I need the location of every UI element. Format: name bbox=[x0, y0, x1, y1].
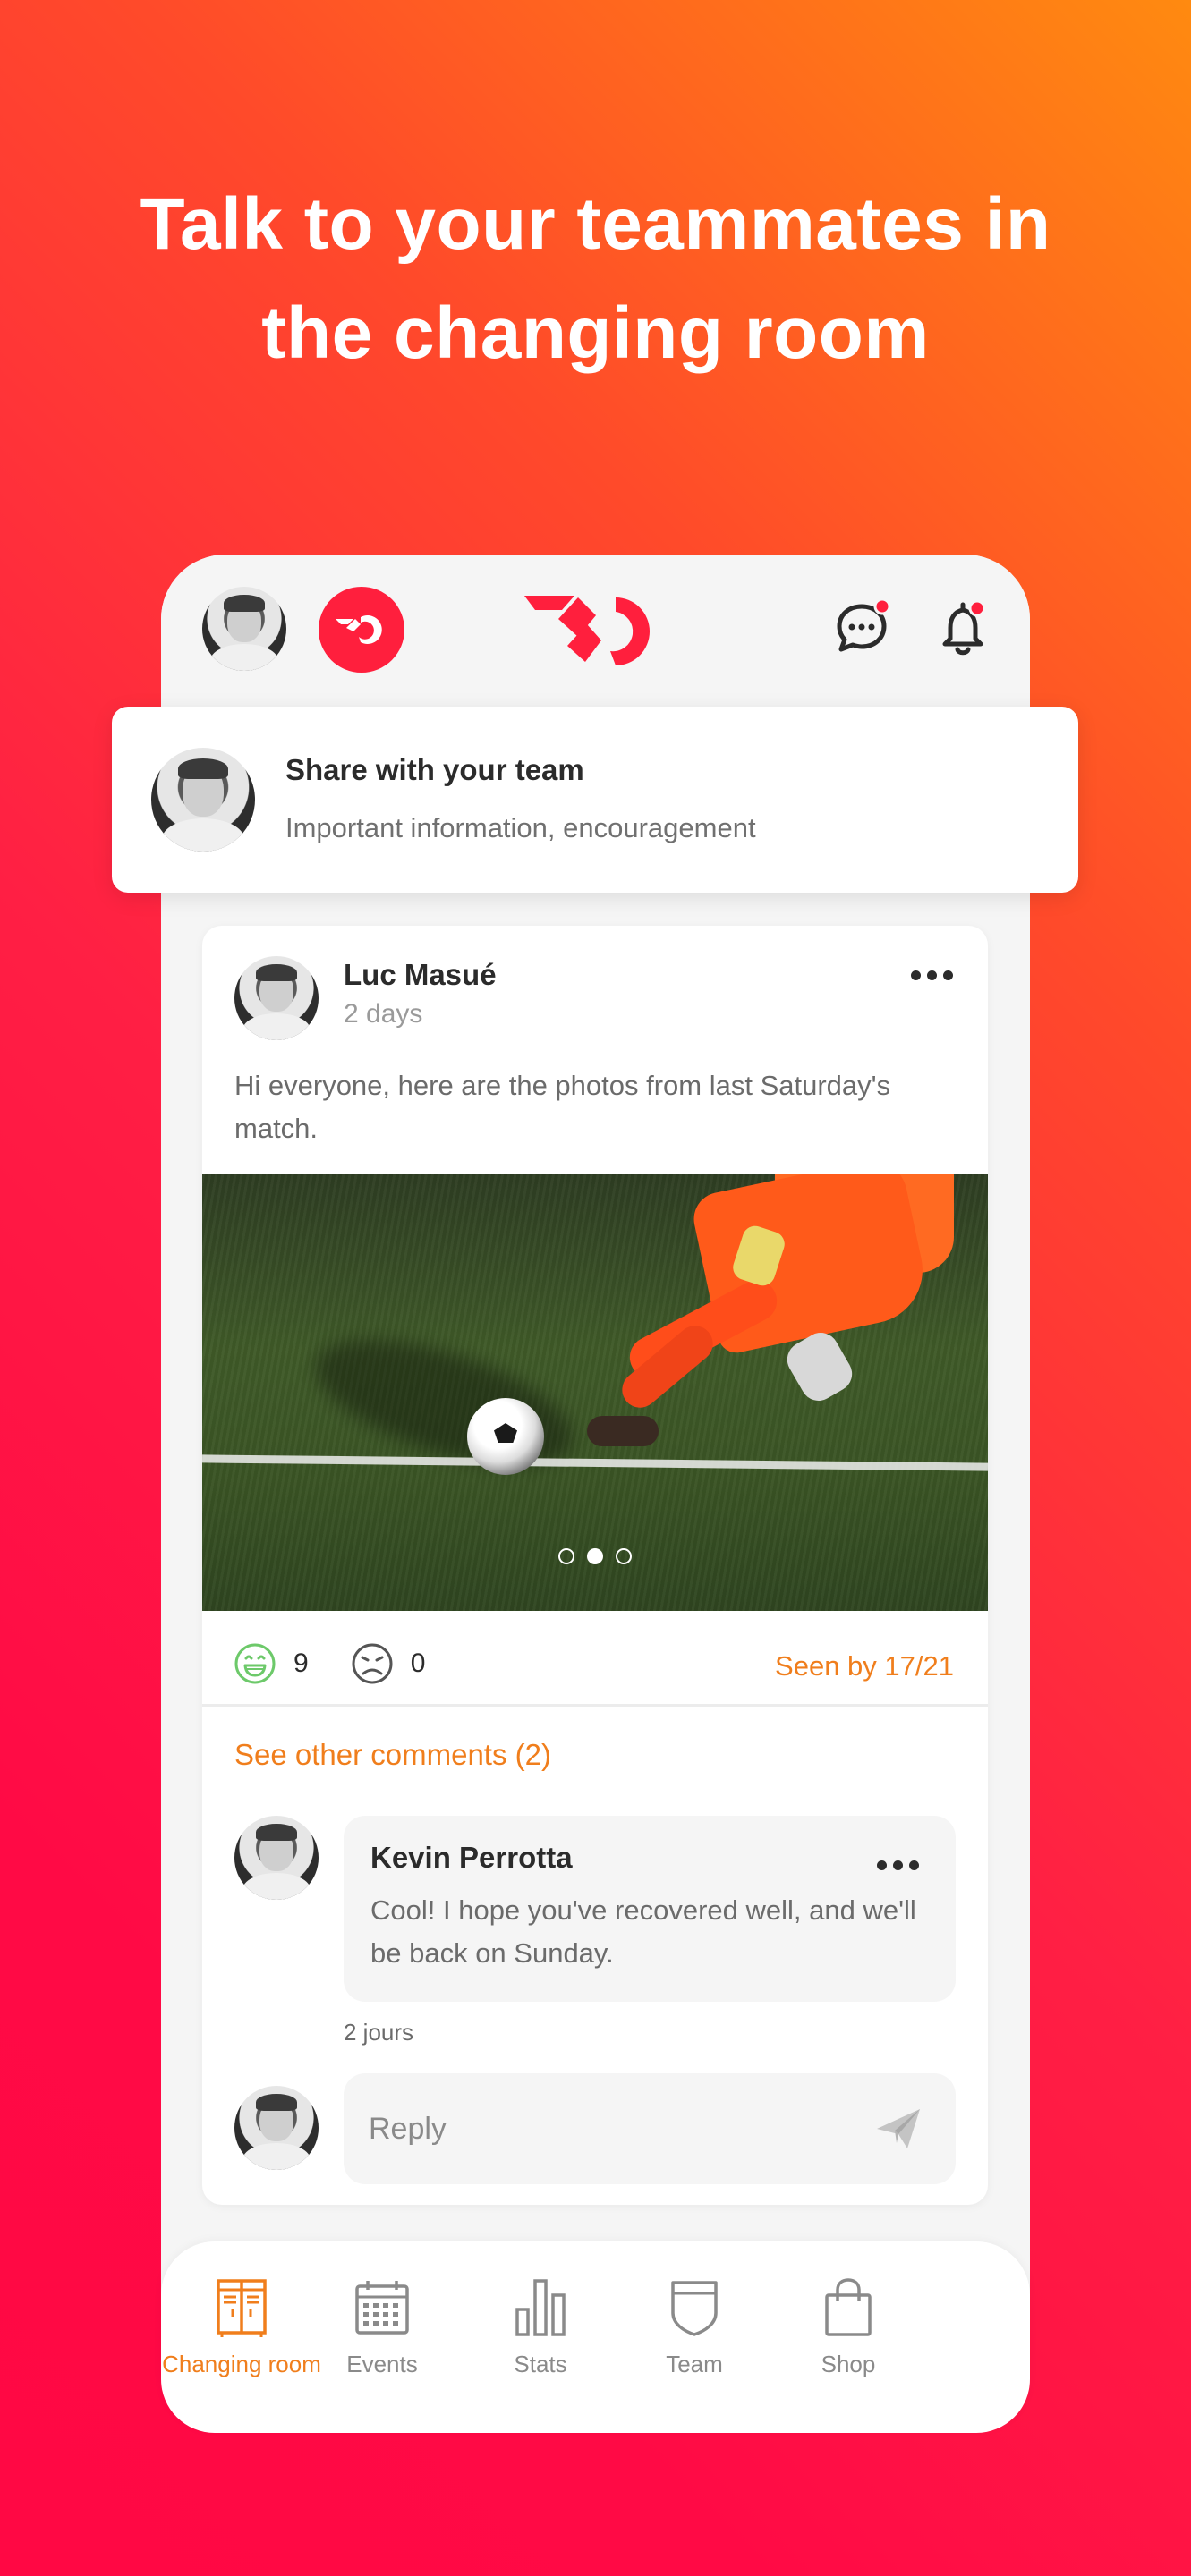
bottom-tab-bar: Changing room Events Stats Team Shop bbox=[161, 2241, 1030, 2433]
tab-team[interactable]: Team bbox=[618, 2277, 770, 2378]
divider bbox=[202, 1704, 988, 1707]
bell-icon bbox=[942, 599, 986, 656]
comment-author-avatar[interactable] bbox=[234, 1816, 319, 1900]
comment-author[interactable]: Kevin Perrotta bbox=[370, 1841, 573, 1875]
chat-button[interactable] bbox=[832, 596, 895, 658]
td-logo bbox=[524, 596, 650, 665]
soccer-ball bbox=[467, 1398, 544, 1475]
post-photo[interactable] bbox=[202, 1174, 988, 1611]
carousel-dot[interactable] bbox=[558, 1548, 574, 1564]
see-other-comments-link[interactable]: See other comments (2) bbox=[234, 1738, 551, 1772]
post-card: Luc Masué 2 days Hi everyone, here are t… bbox=[202, 926, 988, 2205]
carousel-dot[interactable] bbox=[616, 1548, 632, 1564]
share-subtitle: Important information, encouragement bbox=[285, 812, 756, 843]
more-dot bbox=[911, 970, 921, 980]
more-dot bbox=[877, 1860, 887, 1870]
shopping-bag-icon bbox=[825, 2278, 872, 2336]
tab-label: Stats bbox=[514, 2351, 567, 2377]
brand-circle-icon[interactable] bbox=[319, 587, 404, 673]
bar-chart-icon bbox=[515, 2279, 566, 2336]
comment-bubble: Kevin Perrotta Cool! I hope you've recov… bbox=[344, 1816, 956, 2002]
sad-reaction-button[interactable]: 0 bbox=[350, 1641, 426, 1686]
happy-reaction-button[interactable]: 9 bbox=[233, 1641, 309, 1686]
tab-shop[interactable]: Shop bbox=[772, 2277, 924, 2378]
shield-icon bbox=[671, 2281, 718, 2336]
reactions: 9 0 bbox=[233, 1641, 466, 1686]
headline: Talk to your teammates in the changing r… bbox=[0, 170, 1191, 388]
reply-box bbox=[344, 2073, 956, 2184]
chat-icon bbox=[837, 597, 891, 652]
tab-changing-room[interactable]: Changing room bbox=[162, 2277, 321, 2378]
carousel-dot-active[interactable] bbox=[587, 1548, 603, 1564]
locker-icon bbox=[217, 2279, 267, 2337]
more-dot bbox=[909, 1860, 919, 1870]
comment-time: 2 jours bbox=[344, 2019, 414, 2046]
post-author-avatar[interactable] bbox=[234, 956, 319, 1040]
headline-line-2: the changing room bbox=[261, 292, 930, 374]
share-with-team-card[interactable]: Share with your team Important informati… bbox=[112, 707, 1078, 893]
more-dot bbox=[927, 970, 937, 980]
send-icon bbox=[877, 2109, 920, 2148]
user-avatar[interactable] bbox=[202, 587, 286, 671]
more-dot bbox=[943, 970, 953, 980]
carousel-indicator bbox=[558, 1548, 632, 1564]
reply-user-avatar bbox=[234, 2086, 319, 2170]
post-more-button[interactable] bbox=[911, 970, 953, 980]
happy-count: 9 bbox=[293, 1648, 309, 1678]
sad-count: 0 bbox=[410, 1648, 426, 1678]
post-author[interactable]: Luc Masué bbox=[344, 958, 497, 992]
seen-by[interactable]: Seen by 17/21 bbox=[775, 1650, 954, 1682]
top-bar bbox=[161, 555, 1030, 707]
brand-mark-icon bbox=[336, 615, 382, 644]
calendar-icon bbox=[355, 2281, 409, 2334]
headline-line-1: Talk to your teammates in bbox=[140, 183, 1051, 265]
notifications-button[interactable] bbox=[936, 596, 999, 658]
send-button[interactable] bbox=[872, 2102, 925, 2156]
reply-input[interactable] bbox=[369, 2106, 834, 2152]
tab-label: Changing room bbox=[162, 2351, 321, 2377]
post-text: Hi everyone, here are the photos from la… bbox=[234, 1070, 891, 1144]
post-time: 2 days bbox=[344, 999, 423, 1029]
sad-face-icon bbox=[352, 1643, 393, 1684]
tab-stats[interactable]: Stats bbox=[464, 2277, 617, 2378]
tab-events[interactable]: Events bbox=[306, 2277, 458, 2378]
share-title: Share with your team bbox=[285, 753, 584, 786]
more-dot bbox=[893, 1860, 903, 1870]
tab-label: Events bbox=[346, 2351, 418, 2377]
happy-face-icon bbox=[234, 1643, 276, 1684]
comment-more-button[interactable] bbox=[877, 1860, 919, 1870]
comment-text: Cool! I hope you've recovered well, and … bbox=[370, 1894, 916, 1969]
tab-label: Shop bbox=[821, 2351, 876, 2377]
tab-label: Team bbox=[666, 2351, 723, 2377]
share-avatar bbox=[151, 748, 255, 852]
